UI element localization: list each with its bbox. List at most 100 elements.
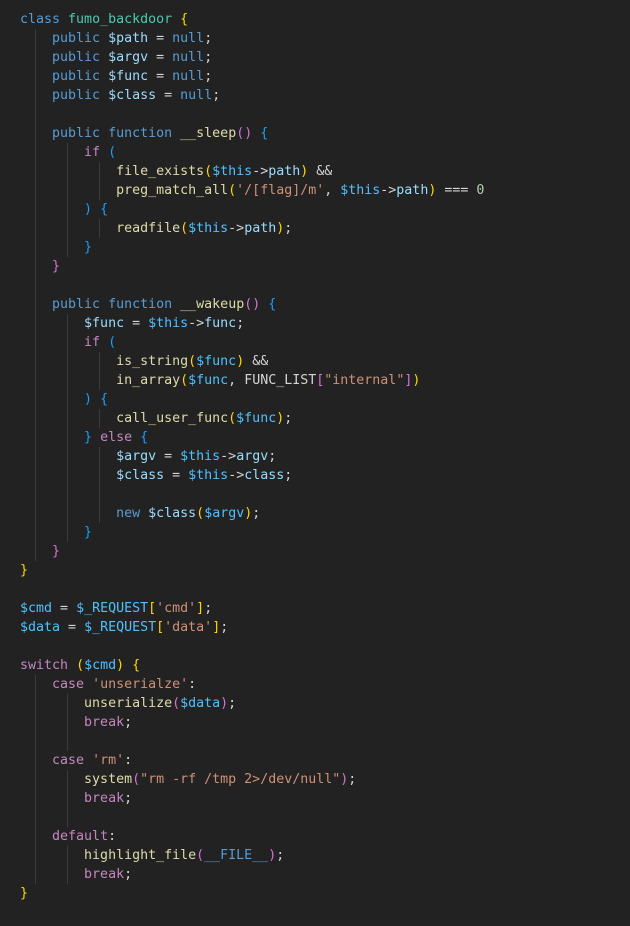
code-line[interactable]: [0, 105, 630, 124]
code-line[interactable]: [0, 580, 630, 599]
code-line[interactable]: [0, 637, 630, 656]
code-line[interactable]: public $argv = null;: [0, 48, 630, 67]
code-token: (: [196, 848, 205, 863]
code-token: case: [52, 677, 85, 692]
code-line[interactable]: $class = $this->class;: [0, 466, 630, 485]
code-line[interactable]: }: [0, 257, 630, 276]
code-token: 'cmd': [156, 601, 197, 616]
code-line[interactable]: [0, 276, 630, 295]
code-line[interactable]: $data = $_REQUEST['data'];: [0, 618, 630, 637]
code-viewer[interactable]: class fumo_backdoor { public $path = nul…: [0, 0, 630, 926]
code-line[interactable]: break;: [0, 713, 630, 732]
code-line[interactable]: ) {: [0, 200, 630, 219]
code-line[interactable]: }: [0, 884, 630, 903]
code-line[interactable]: system("rm -rf /tmp 2>/dev/null");: [0, 770, 630, 789]
indent-guide: [35, 846, 36, 865]
code-line[interactable]: }: [0, 238, 630, 257]
code-token: func: [204, 316, 237, 331]
code-token: $argv: [116, 449, 157, 464]
code-line[interactable]: preg_match_all('/[flag]/m', $this->path)…: [0, 181, 630, 200]
code-line[interactable]: $cmd = $_REQUEST['cmd'];: [0, 599, 630, 618]
code-token: system: [84, 772, 133, 787]
code-token: case: [52, 753, 85, 768]
indent-guide: [67, 447, 68, 466]
code-token: ): [412, 373, 421, 388]
code-line[interactable]: unserialize($data);: [0, 694, 630, 713]
code-token: (: [108, 145, 117, 160]
code-line[interactable]: new $class($argv);: [0, 504, 630, 523]
code-token: =: [60, 620, 85, 635]
code-token: public: [52, 126, 101, 141]
code-token: 0: [476, 183, 485, 198]
code-token: $this: [180, 449, 221, 464]
code-token: file_exists: [116, 164, 205, 179]
code-token: ): [84, 392, 93, 407]
code-token: break: [84, 867, 125, 882]
code-token: null: [172, 50, 205, 65]
indent-guide: [35, 732, 36, 751]
code-line[interactable]: [0, 808, 630, 827]
code-token: "internal": [324, 373, 405, 388]
code-token: function: [108, 126, 173, 141]
code-line[interactable]: [0, 485, 630, 504]
code-line[interactable]: [0, 732, 630, 751]
code-line[interactable]: public function __wakeup() {: [0, 295, 630, 314]
code-line[interactable]: if (: [0, 143, 630, 162]
indent-guide: [35, 865, 36, 884]
indent-guide: [67, 219, 68, 238]
code-token: FUNC_LIST: [244, 373, 317, 388]
code-line[interactable]: public $class = null;: [0, 86, 630, 105]
code-token: ;: [204, 50, 213, 65]
code-line[interactable]: }: [0, 523, 630, 542]
indent-guide: [67, 181, 68, 200]
code-line[interactable]: is_string($func) &&: [0, 352, 630, 371]
code-token: ;: [124, 867, 133, 882]
code-line[interactable]: call_user_func($func);: [0, 409, 630, 428]
code-line[interactable]: default:: [0, 827, 630, 846]
code-line[interactable]: }: [0, 561, 630, 580]
code-line[interactable]: switch ($cmd) {: [0, 656, 630, 675]
indent-guide: [35, 257, 36, 276]
code-line[interactable]: } else {: [0, 428, 630, 447]
code-line[interactable]: in_array($func, FUNC_LIST["internal"]): [0, 371, 630, 390]
indent-guide: [35, 466, 36, 485]
code-line[interactable]: }: [0, 542, 630, 561]
code-line[interactable]: public function __sleep() {: [0, 124, 630, 143]
code-token: }: [52, 259, 61, 274]
indent-guide: [67, 428, 68, 447]
code-line[interactable]: $argv = $this->argv;: [0, 447, 630, 466]
code-line[interactable]: ) {: [0, 390, 630, 409]
code-line[interactable]: $func = $this->func;: [0, 314, 630, 333]
code-line[interactable]: case 'unserialze':: [0, 675, 630, 694]
code-token: ;: [252, 506, 261, 521]
code-token: null: [172, 31, 205, 46]
code-token: ;: [228, 696, 237, 711]
indent-guide: [35, 428, 36, 447]
code-line[interactable]: readfile($this->path);: [0, 219, 630, 238]
indent-guide: [67, 865, 68, 884]
code-line[interactable]: break;: [0, 865, 630, 884]
indent-guide: [35, 181, 36, 200]
code-line[interactable]: case 'rm':: [0, 751, 630, 770]
code-line[interactable]: class fumo_backdoor {: [0, 10, 630, 29]
code-line[interactable]: file_exists($this->path) &&: [0, 162, 630, 181]
code-line[interactable]: public $path = null;: [0, 29, 630, 48]
code-line[interactable]: break;: [0, 789, 630, 808]
code-token: (: [228, 183, 237, 198]
indent-guide: [99, 466, 100, 485]
code-token: {: [100, 392, 109, 407]
code-token: ): [268, 848, 277, 863]
code-line[interactable]: public $func = null;: [0, 67, 630, 86]
code-token: [: [156, 620, 165, 635]
code-line[interactable]: highlight_file(__FILE__);: [0, 846, 630, 865]
code-line[interactable]: if (: [0, 333, 630, 352]
